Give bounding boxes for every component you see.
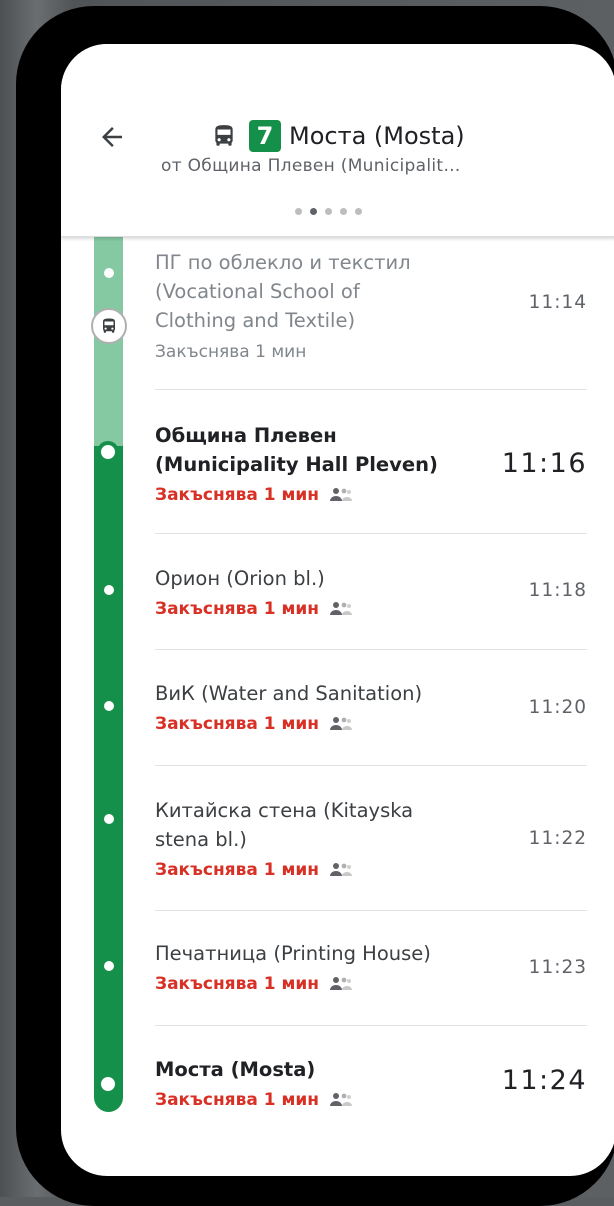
- stop-row[interactable]: ВиК (Water and Sanitation) Закъснява 1 м…: [155, 679, 587, 737]
- divider: [155, 1025, 587, 1026]
- people-crowd-icon: [330, 863, 353, 876]
- people-crowd-icon: [330, 602, 353, 615]
- delay-status: Закъснява 1 мин: [155, 1090, 320, 1110]
- delay-row: Закъснява 1 мин: [155, 971, 587, 997]
- people-crowd-icon: [330, 488, 353, 501]
- delay-row: Закъснява 1 мин: [155, 857, 587, 883]
- people-crowd-icon: [330, 717, 353, 730]
- stop-row[interactable]: Китайска стена (Kitayska stena bl.) Закъ…: [155, 796, 587, 883]
- delay-status: Закъснява 1 мин: [155, 714, 320, 734]
- stop-name-line: (Vocational School of: [155, 280, 360, 303]
- arrival-time: 11:18: [528, 580, 587, 601]
- divider: [155, 765, 587, 766]
- stop-row[interactable]: Моста (Mosta) Закъснява 1 мин 11:24: [155, 1055, 587, 1113]
- stop-marker-major: [97, 441, 119, 463]
- stop-row[interactable]: Печатница (Printing House) Закъснява 1 м…: [155, 939, 587, 997]
- delay-status: Закъснява 1 мин: [155, 860, 320, 880]
- stop-row[interactable]: Орион (Orion bl.) Закъснява 1 мин 11:18: [155, 564, 587, 622]
- stop-name-line: stena bl.): [155, 828, 247, 851]
- delay-status: Закъснява 1 мин: [155, 974, 320, 994]
- current-bus-marker: [91, 308, 127, 344]
- bus-icon: [215, 125, 233, 146]
- stop-name-line: Clothing and Textile): [155, 309, 356, 332]
- stop-marker: [104, 814, 114, 824]
- arrival-time: 11:20: [528, 697, 587, 718]
- arrival-time: 11:22: [528, 828, 587, 849]
- pager-dot: [355, 208, 362, 215]
- route-destination-title: Моста (Mosta): [289, 122, 465, 150]
- delay-status: Закъснява 1 мин: [155, 599, 320, 619]
- stop-marker: [104, 961, 114, 971]
- divider: [155, 533, 587, 534]
- stop-name-line: ВиК (Water and Sanitation): [155, 682, 423, 705]
- stop-list[interactable]: ПГ по облекло и текстил (Vocational Scho…: [61, 236, 614, 1176]
- app-header: 7 Моста (Mosta) от Община Плевен (Munici…: [61, 44, 614, 237]
- people-crowd-icon: [330, 1093, 353, 1106]
- stop-row[interactable]: Община Плевен (Municipality Hall Pleven)…: [155, 421, 587, 508]
- route-title-row: 7 Моста (Mosta): [211, 116, 465, 156]
- divider: [155, 389, 587, 390]
- pager-dot: [340, 208, 347, 215]
- screen: 7 Моста (Mosta) от Община Плевен (Munici…: [61, 44, 614, 1176]
- stop-marker: [104, 585, 114, 595]
- phone-frame: 7 Моста (Mosta) от Община Плевен (Munici…: [16, 6, 614, 1206]
- divider: [155, 649, 587, 650]
- route-number-badge: 7: [249, 120, 281, 152]
- divider: [155, 910, 587, 911]
- delay-row: Закъснява 1 мин: [155, 711, 587, 737]
- stop-name-line: Орион (Orion bl.): [155, 567, 325, 590]
- stop-marker-major: [97, 1073, 119, 1095]
- route-origin-subtitle: от Община Плевен (Municipalit…: [161, 156, 461, 176]
- pager-dot: [325, 208, 332, 215]
- people-crowd-icon: [330, 977, 353, 990]
- arrow-left-icon[interactable]: [97, 122, 127, 152]
- stop-marker: [104, 701, 114, 711]
- stop-name-line: Китайска стена (Kitayska: [155, 799, 414, 822]
- stop-name-line: Печатница (Printing House): [155, 942, 431, 965]
- arrival-time: 11:14: [528, 292, 587, 313]
- delay-row: Закъснява 1 мин: [155, 596, 587, 622]
- bus-icon: [103, 318, 115, 333]
- route-line-upcoming: [94, 446, 123, 1112]
- delay-status: Закъснява 1 мин: [155, 342, 307, 362]
- arrival-time: 11:16: [501, 448, 587, 479]
- stop-marker: [104, 268, 114, 278]
- pager-dot: [295, 208, 302, 215]
- stop-row[interactable]: ПГ по облекло и текстил (Vocational Scho…: [155, 248, 587, 365]
- stop-name-line: ПГ по облекло и текстил: [155, 251, 411, 274]
- delay-status: Закъснява 1 мин: [155, 485, 320, 505]
- delay-row: Закъснява 1 мин: [155, 482, 587, 508]
- stop-name-line: Община Плевен: [155, 424, 337, 447]
- pager-dots[interactable]: [295, 208, 362, 215]
- pager-dot-active: [310, 208, 317, 215]
- arrival-time: 11:24: [501, 1065, 587, 1096]
- arrival-time: 11:23: [528, 957, 587, 978]
